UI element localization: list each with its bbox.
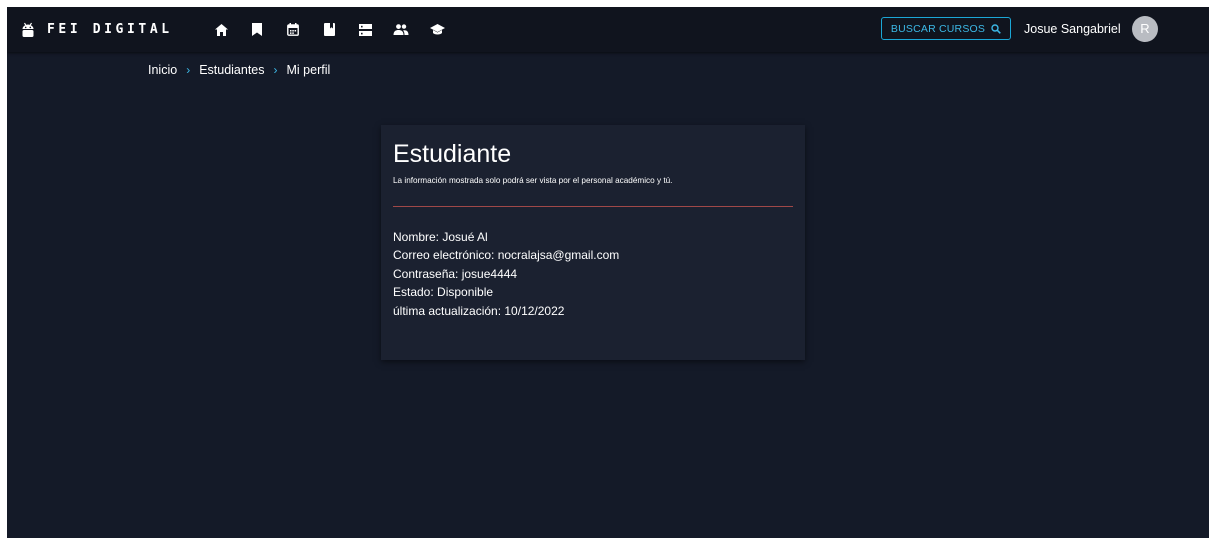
people-icon[interactable]	[383, 7, 419, 52]
breadcrumb-mi-perfil: Mi perfil	[286, 63, 331, 77]
chevron-right-icon: ›	[273, 63, 278, 77]
top-navbar: FEI DIGITAL BUSCAR CURSOS Josue Sangabri…	[7, 7, 1209, 52]
user-name[interactable]: Josue Sangabriel	[1024, 7, 1121, 52]
app-window: FEI DIGITAL BUSCAR CURSOS Josue Sangabri…	[7, 7, 1209, 538]
breadcrumb: Inicio › Estudiantes › Mi perfil	[148, 61, 330, 79]
calendar-icon[interactable]	[275, 7, 311, 52]
breadcrumb-inicio[interactable]: Inicio	[148, 63, 177, 77]
storage-icon[interactable]	[347, 7, 383, 52]
search-courses-button[interactable]: BUSCAR CURSOS	[881, 17, 1011, 40]
field-correo: Correo electrónico: nocralajsa@gmail.com	[393, 248, 620, 263]
field-estado: Estado: Disponible	[393, 285, 494, 300]
divider	[393, 206, 793, 207]
bookmark-icon[interactable]	[239, 7, 275, 52]
home-icon[interactable]	[203, 7, 239, 52]
search-icon	[991, 23, 1001, 34]
school-icon[interactable]	[419, 7, 455, 52]
brand[interactable]: FEI DIGITAL	[21, 7, 173, 52]
chevron-right-icon: ›	[186, 63, 191, 77]
field-ultima-actualizacion: última actualización: 10/12/2022	[393, 303, 565, 318]
android-robot-icon	[21, 22, 35, 38]
profile-card: Estudiante La información mostrada solo …	[381, 125, 805, 360]
page-title: Estudiante	[393, 140, 512, 168]
brand-name: FEI DIGITAL	[47, 22, 173, 37]
breadcrumb-estudiantes[interactable]: Estudiantes	[199, 63, 264, 77]
privacy-notice: La información mostrada solo podrá ser v…	[393, 176, 673, 185]
search-courses-label: BUSCAR CURSOS	[890, 22, 986, 35]
book-icon[interactable]	[311, 7, 347, 52]
field-nombre: Nombre: Josué Al	[393, 230, 488, 244]
profile-fields: Nombre: Josué Al Correo electrónico: noc…	[393, 228, 619, 320]
field-contrasena: Contraseña: josue4444	[393, 266, 518, 281]
avatar[interactable]: R	[1132, 16, 1158, 42]
nav-icon-bar	[203, 7, 455, 52]
